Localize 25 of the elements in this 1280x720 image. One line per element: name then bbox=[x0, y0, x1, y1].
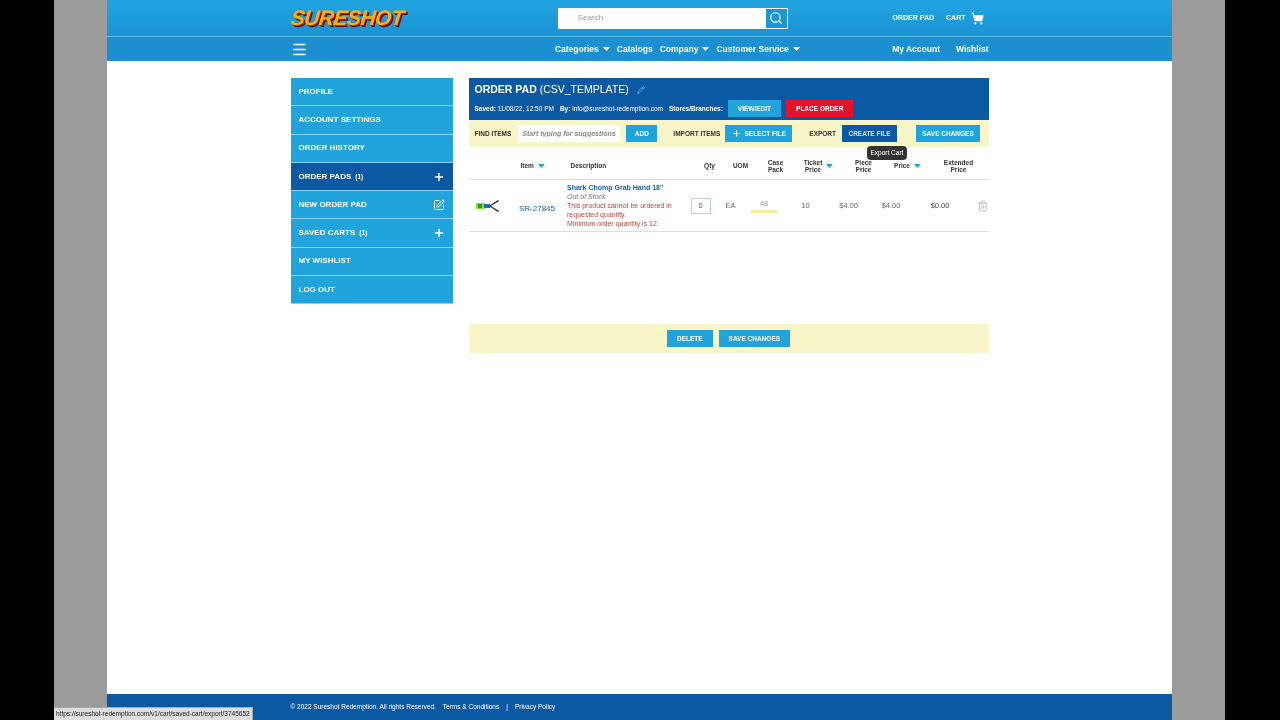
highlight-bar bbox=[751, 209, 778, 213]
sidebar-item[interactable]: ORDER HISTORY bbox=[290, 134, 453, 163]
nav-link[interactable]: Catalogs bbox=[616, 42, 653, 56]
item-number[interactable]: SR-27845 bbox=[518, 203, 555, 213]
nav-link[interactable]: Wishlist bbox=[956, 42, 989, 56]
sidebar-item[interactable]: MY WISHLIST bbox=[290, 247, 453, 277]
nav-link[interactable]: Company bbox=[659, 42, 699, 56]
search-field[interactable]: Search bbox=[557, 7, 765, 29]
search-button[interactable] bbox=[764, 7, 788, 29]
plus-icon[interactable] bbox=[432, 170, 445, 183]
sidebar-item[interactable]: LOG OUT bbox=[290, 276, 453, 305]
nav-link[interactable]: Categories bbox=[554, 42, 599, 56]
sidebar-item[interactable]: ACCOUNT SETTINGS bbox=[290, 106, 453, 135]
cart-icon[interactable] bbox=[971, 11, 985, 25]
sidebar-item[interactable]: NEW ORDER PAD bbox=[290, 191, 453, 220]
nav-link[interactable]: My Account bbox=[892, 42, 940, 56]
edit-icon[interactable] bbox=[432, 198, 445, 211]
trash-icon[interactable] bbox=[976, 199, 989, 212]
plus-icon[interactable] bbox=[731, 129, 741, 138]
order-pad-title: ORDER PAD (CSV_TEMPLATE) bbox=[474, 82, 629, 98]
pencil-icon[interactable] bbox=[636, 86, 645, 94]
nav-link[interactable]: Customer Service bbox=[716, 42, 789, 56]
search-icon[interactable] bbox=[769, 11, 784, 25]
plus-icon[interactable] bbox=[432, 227, 445, 240]
sidebar-item[interactable]: PROFILE bbox=[290, 78, 453, 107]
